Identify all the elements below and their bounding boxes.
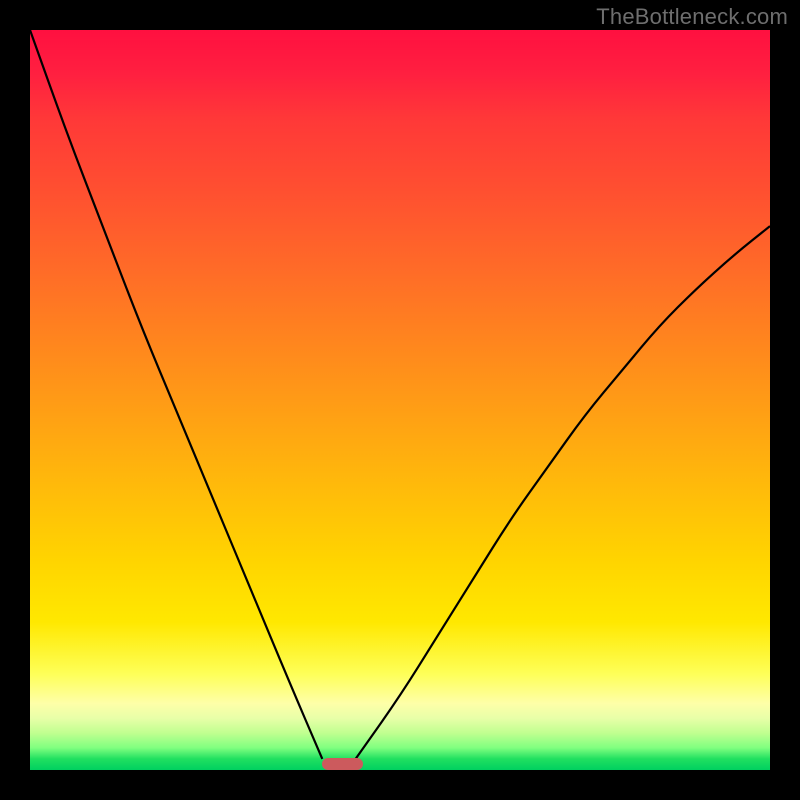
optimal-marker [322,758,363,770]
chart-frame: TheBottleneck.com [0,0,800,800]
watermark-text: TheBottleneck.com [596,4,788,30]
curve-right-branch [356,226,770,759]
plot-area [30,30,770,770]
curve-left-branch [30,30,322,759]
bottleneck-curve [30,30,770,770]
